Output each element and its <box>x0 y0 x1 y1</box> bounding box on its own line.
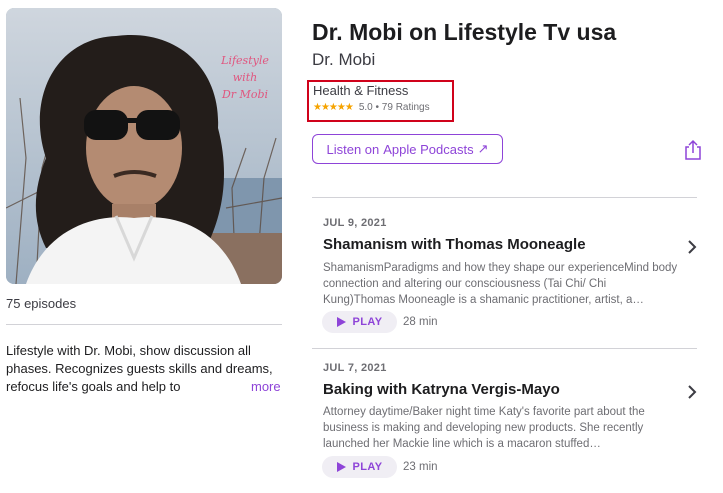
episode-date: JUL 9, 2021 <box>323 217 387 229</box>
podcast-category[interactable]: Health & Fitness <box>313 83 408 98</box>
episode-title[interactable]: Baking with Katryna Vergis-Mayo <box>323 381 560 398</box>
episode-description: Attorney daytime/Baker night time Katy's… <box>323 406 645 450</box>
play-label: PLAY <box>352 461 383 473</box>
divider <box>6 324 282 325</box>
episode-title[interactable]: Shamanism with Thomas Mooneagle <box>323 236 586 253</box>
star-rating-icon: ★★★★★ <box>313 102 354 113</box>
podcast-artwork: Lifestyle with Dr Mobi <box>6 8 282 284</box>
cover-text-line-1: Lifestyle <box>221 54 269 67</box>
cover-text-line-3: Dr Mobi <box>221 88 269 101</box>
listen-on-apple-podcasts-button[interactable]: Listen on Apple Podcasts ↗ <box>312 134 503 164</box>
external-link-icon: ↗ <box>477 141 489 156</box>
play-icon <box>336 317 346 327</box>
description-text: Lifestyle with Dr. Mobi, show discussion… <box>6 343 273 394</box>
podcast-title: Dr. Mobi on Lifestyle Tv usa <box>312 19 617 45</box>
listen-brand: Apple Podcasts <box>383 141 474 157</box>
podcast-author[interactable]: Dr. Mobi <box>312 50 375 70</box>
episode-duration: 23 min <box>403 461 438 473</box>
cover-title-text: Lifestyle with Dr Mobi <box>214 52 276 103</box>
divider <box>312 197 697 198</box>
episode-description: ShamanismParadigms and how they shape ou… <box>323 262 678 306</box>
episode-date: JUL 7, 2021 <box>323 362 387 374</box>
podcast-description: Lifestyle with Dr. Mobi, show discussion… <box>6 342 276 396</box>
rating: ★★★★★ 5.0 • 79 Ratings <box>313 102 430 113</box>
episode-duration: 28 min <box>403 316 438 328</box>
chevron-right-icon[interactable] <box>686 384 698 400</box>
share-icon[interactable] <box>683 139 703 161</box>
more-link[interactable]: more <box>251 378 281 396</box>
play-button[interactable]: PLAY <box>322 311 397 333</box>
rating-text: 5.0 • 79 Ratings <box>358 102 430 113</box>
listen-prefix: Listen on <box>326 141 380 157</box>
chevron-right-icon[interactable] <box>686 239 698 255</box>
play-button[interactable]: PLAY <box>322 456 397 478</box>
cover-text-line-2: with <box>232 71 258 84</box>
episode-count: 75 episodes <box>6 296 77 311</box>
divider <box>312 348 697 349</box>
play-label: PLAY <box>352 316 383 328</box>
play-icon <box>336 462 346 472</box>
cover-photo <box>6 8 282 284</box>
